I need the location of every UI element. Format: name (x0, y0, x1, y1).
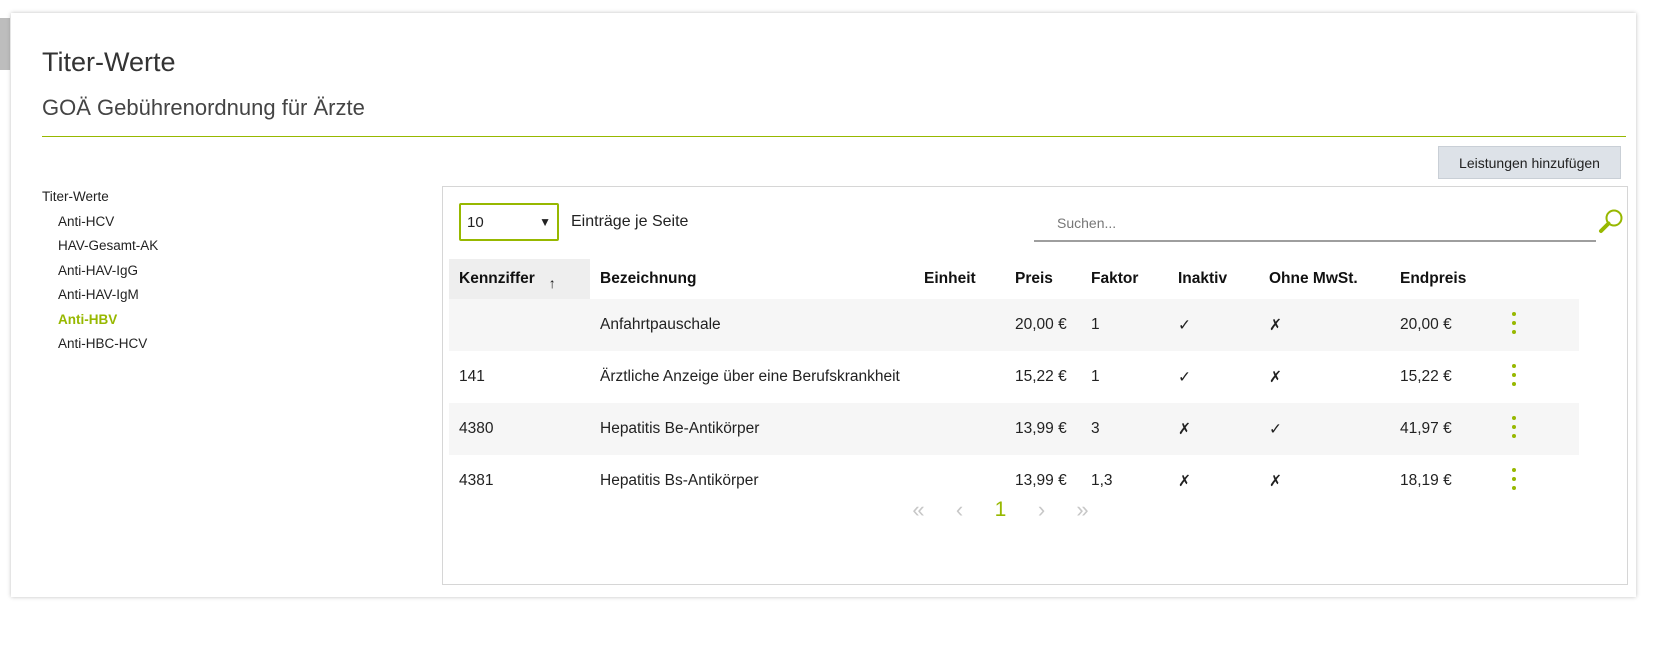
tree-item-anti-hav-igm[interactable]: Anti-HAV-IgM (42, 283, 158, 307)
table-header-row: Kennziffer ↑ Bezeichnung Einheit Preis Fa… (449, 259, 1579, 299)
cell-bezeichnung: Anfahrtpauschale (590, 299, 914, 351)
category-tree: Titer-Werte Anti-HCV HAV-Gesamt-AK Anti-… (42, 188, 158, 356)
tree-item-anti-hbv[interactable]: Anti-HBV (42, 308, 158, 332)
cell-faktor: 1 (1081, 299, 1168, 351)
pagination-first-button[interactable]: « (898, 497, 939, 523)
cell-faktor: 1 (1091, 368, 1100, 385)
add-services-button[interactable]: Leistungen hinzufügen (1438, 146, 1621, 179)
cell-endpreis: 41,97 € (1390, 403, 1579, 455)
cell-ohne-mwst: ✓ (1259, 403, 1390, 455)
column-header-faktor[interactable]: Faktor (1081, 259, 1168, 299)
cell-endpreis: 18,19 € (1400, 472, 1452, 489)
column-header-endpreis[interactable]: Endpreis (1390, 259, 1579, 299)
cell-kennziffer: 141 (459, 368, 485, 385)
services-table-panel: 10 ▼ Einträge je Seite Kennziffer ↑ Bezei… (442, 186, 1628, 585)
column-header-ohne-mwst[interactable]: Ohne MwSt. (1259, 259, 1390, 299)
column-header-einheit[interactable]: Einheit (914, 259, 1005, 299)
cell-einheit (914, 299, 1005, 351)
page-subtitle: GOÄ Gebührenordnung für Ärzte (42, 95, 365, 120)
cell-preis: 13,99 € (1005, 403, 1081, 455)
column-header-kennziffer[interactable]: Kennziffer ↑ (449, 259, 590, 299)
cell-kennziffer (449, 299, 590, 351)
row-menu-icon[interactable] (1511, 416, 1517, 440)
column-header-inaktiv[interactable]: Inaktiv (1168, 259, 1259, 299)
table-row[interactable]: Anfahrtpauschale 20,00 € 1 ✓ ✗ 20,00 € (449, 299, 1579, 351)
tree-item-hav-gesamt-ak[interactable]: HAV-Gesamt-AK (42, 234, 158, 258)
cell-bezeichnung: Hepatitis Be-Antikörper (590, 403, 914, 455)
row-menu-icon[interactable] (1511, 312, 1517, 336)
page-length-select[interactable]: 10 ▼ (459, 203, 559, 241)
pagination-page-1[interactable]: 1 (980, 498, 1021, 522)
pagination-prev-button[interactable]: ‹ (939, 497, 980, 523)
pagination-next-button[interactable]: › (1021, 497, 1062, 523)
cell-bezeichnung: Ärztliche Anzeige über eine Berufskrankh… (600, 368, 900, 385)
services-table: Kennziffer ↑ Bezeichnung Einheit Preis Fa… (449, 259, 1579, 507)
cell-preis: 15,22 € (1015, 368, 1067, 385)
cell-kennziffer: 4381 (459, 472, 494, 489)
cell-inaktiv: ✗ (1178, 472, 1191, 490)
side-drawer-tab[interactable] (0, 18, 10, 70)
table-row[interactable]: 4380 Hepatitis Be-Antikörper 13,99 € 3 ✗… (449, 403, 1579, 455)
tree-item-anti-hcv[interactable]: Anti-HCV (42, 210, 158, 234)
page-title: Titer-Werte (42, 47, 176, 77)
content-card: Titer-Werte GOÄ Gebührenordnung für Ärzt… (11, 13, 1636, 597)
cell-faktor: 3 (1081, 403, 1168, 455)
page-length-label: Einträge je Seite (571, 213, 689, 230)
search-box (1034, 206, 1599, 242)
tree-item-anti-hbc-hcv[interactable]: Anti-HBC-HCV (42, 332, 158, 356)
pagination: « ‹ 1 › » (898, 497, 1103, 523)
cell-bezeichnung: Hepatitis Bs-Antikörper (600, 472, 759, 489)
cell-inaktiv: ✗ (1168, 403, 1259, 455)
cell-ohne-mwst: ✗ (1259, 299, 1390, 351)
search-input[interactable] (1034, 206, 1599, 240)
cell-inaktiv: ✓ (1178, 368, 1191, 386)
title-divider (42, 136, 1626, 137)
cell-inaktiv: ✓ (1168, 299, 1259, 351)
cell-endpreis: 20,00 € (1390, 299, 1579, 351)
tree-item-anti-hav-igg[interactable]: Anti-HAV-IgG (42, 259, 158, 283)
cell-ohne-mwst: ✗ (1269, 472, 1282, 490)
row-menu-icon[interactable] (1511, 364, 1517, 388)
column-header-preis[interactable]: Preis (1005, 259, 1081, 299)
cell-preis: 20,00 € (1005, 299, 1081, 351)
column-header-label: Kennziffer (459, 270, 535, 287)
pagination-last-button[interactable]: » (1062, 497, 1103, 523)
cell-ohne-mwst: ✗ (1269, 368, 1282, 386)
page-length-value: 10 (467, 213, 484, 231)
column-header-bezeichnung[interactable]: Bezeichnung (590, 259, 914, 299)
search-icon[interactable] (1597, 207, 1625, 235)
cell-endpreis: 15,22 € (1400, 368, 1452, 385)
row-menu-icon[interactable] (1511, 468, 1517, 492)
cell-einheit (914, 351, 1005, 403)
chevron-down-icon: ▼ (539, 215, 551, 229)
table-row[interactable]: 141 Ärztliche Anzeige über eine Berufskr… (449, 351, 1579, 403)
cell-kennziffer: 4380 (449, 403, 590, 455)
cell-einheit (914, 403, 1005, 455)
tree-root[interactable]: Titer-Werte (42, 188, 158, 206)
sort-ascending-icon: ↑ (548, 275, 556, 291)
